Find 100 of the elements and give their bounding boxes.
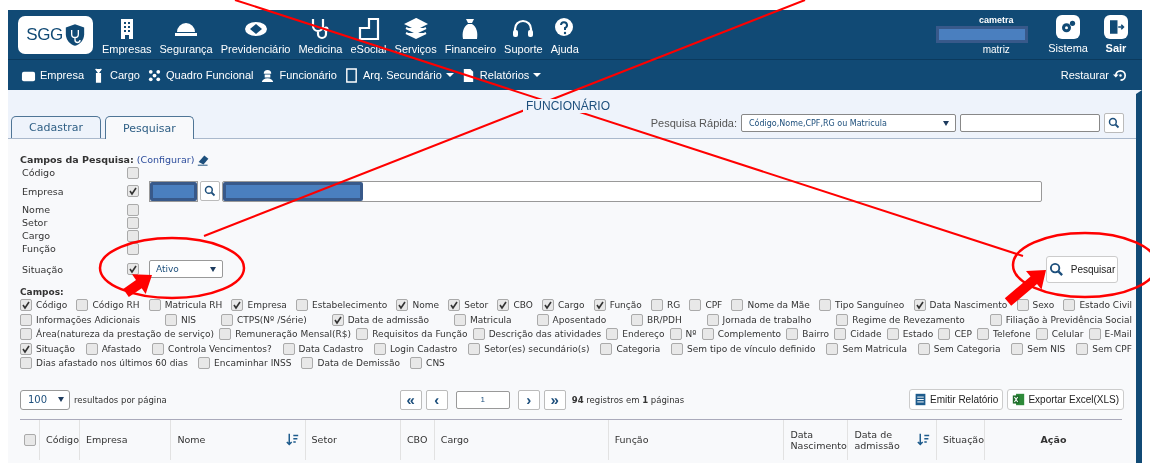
column-option[interactable]: Sem Categoria [917, 342, 1001, 355]
checkbox[interactable] [198, 357, 211, 370]
column-header[interactable]: Função [614, 434, 649, 445]
checkbox[interactable] [938, 328, 951, 341]
checkbox[interactable] [650, 299, 663, 312]
checkbox[interactable] [410, 357, 423, 370]
column-option[interactable]: Estabelecimento [296, 299, 388, 312]
checkbox[interactable] [374, 342, 386, 355]
column-option[interactable]: CBO [497, 299, 533, 312]
column-option[interactable]: Afastado [85, 342, 142, 355]
checkbox[interactable] [917, 342, 930, 355]
checkbox[interactable] [164, 313, 177, 326]
checkbox[interactable] [1063, 299, 1076, 312]
sort-icon[interactable] [916, 433, 930, 446]
checkbox[interactable] [786, 328, 799, 341]
previous-page-button[interactable]: ‹ [425, 389, 448, 410]
column-option[interactable]: CTPS(Nº /Série) [220, 313, 307, 326]
next-page-button[interactable]: › [517, 389, 540, 410]
column-header[interactable]: Cargo [440, 434, 469, 445]
column-option[interactable]: Login Cadastro [374, 342, 458, 355]
column-header[interactable]: Data de admissão [854, 428, 917, 451]
column-option[interactable]: Nome [396, 299, 439, 312]
column-option[interactable]: Área(natureza da prestação de serviço) [20, 328, 215, 341]
column-option[interactable]: Data de Demissão [301, 357, 401, 370]
checkbox[interactable] [127, 185, 139, 197]
subnav-item[interactable]: Quadro Funcional [144, 67, 257, 83]
column-option[interactable]: Telefone [977, 328, 1031, 341]
page-number-field[interactable]: 1 [455, 390, 510, 409]
column-option[interactable]: Dias afastado nos últimos 60 dias [20, 357, 189, 370]
checkbox[interactable] [836, 313, 849, 326]
checkbox[interactable] [468, 342, 481, 355]
checkbox[interactable] [472, 328, 485, 341]
column-option[interactable]: Sem NIS [1011, 342, 1066, 355]
checkbox[interactable] [453, 313, 466, 326]
column-option[interactable]: Categoria [600, 342, 661, 355]
column-option[interactable]: Cidade [834, 328, 882, 341]
checkbox[interactable] [20, 313, 32, 326]
checkbox[interactable] [631, 313, 644, 326]
checkbox[interactable] [701, 328, 714, 341]
column-option[interactable]: Complemento [701, 328, 782, 341]
checkbox[interactable] [127, 216, 139, 229]
subnav-item[interactable]: Empresa [18, 67, 88, 83]
tab[interactable]: Pesquisar [105, 116, 194, 139]
column-option[interactable]: Remuneração Mensal(R$) [219, 328, 352, 341]
checkbox[interactable] [593, 299, 606, 312]
column-option[interactable]: Regime de Revezamento [836, 313, 965, 326]
menu-item[interactable]: Serviços [391, 16, 440, 58]
column-option[interactable]: BR/PDH [631, 313, 682, 326]
column-option[interactable]: Sem tipo de vínculo definido [671, 342, 816, 355]
column-header[interactable]: Empresa [86, 434, 128, 445]
header-action[interactable]: Sair [1100, 15, 1132, 54]
column-option[interactable]: E-Mail [1088, 328, 1132, 341]
eraser-icon[interactable] [197, 153, 211, 166]
column-header[interactable]: Ação [1040, 434, 1067, 445]
column-header[interactable]: Nome [177, 434, 206, 445]
first-page-button[interactable]: « [399, 389, 422, 410]
column-option[interactable]: Estado Civil [1063, 299, 1132, 312]
column-header[interactable]: Data Nascimento [790, 428, 847, 451]
column-option[interactable]: CEP [938, 328, 972, 341]
checkbox[interactable] [20, 328, 32, 341]
column-option[interactable]: Matricula RH [148, 299, 223, 312]
column-option[interactable]: Bairro [786, 328, 830, 341]
checkbox[interactable] [669, 328, 682, 341]
column-option[interactable]: Situação [20, 342, 75, 355]
column-option[interactable]: Setor(es) secundário(s) [468, 342, 590, 355]
menu-item[interactable]: Financeiro [441, 16, 500, 58]
column-header[interactable]: Situação [942, 434, 984, 445]
checkbox[interactable] [1016, 299, 1029, 312]
checkbox[interactable] [1011, 342, 1024, 355]
quick-search-select[interactable]: Código,Nome,CPF,RG ou Matricula [741, 114, 956, 132]
column-option[interactable]: Informações Adicionais [20, 313, 140, 326]
column-option[interactable]: Função [593, 299, 642, 312]
checkbox[interactable] [1035, 328, 1048, 341]
checkbox[interactable] [127, 263, 139, 275]
checkbox[interactable] [127, 166, 139, 179]
menu-item[interactable]: Medicina [295, 16, 346, 58]
column-option[interactable]: Cargo [541, 299, 585, 312]
last-page-button[interactable]: » [543, 389, 566, 410]
column-option[interactable]: Nº [669, 328, 697, 341]
menu-item[interactable]: Ajuda [547, 16, 582, 58]
column-header[interactable]: Setor [311, 434, 337, 445]
column-option[interactable]: CPF [689, 299, 723, 312]
logo[interactable]: SGG [18, 15, 93, 54]
column-option[interactable]: Tipo Sanguíneo [818, 299, 905, 312]
column-header[interactable]: CBO [406, 434, 428, 445]
subnav-item[interactable]: Funcionário [257, 67, 340, 83]
menu-item[interactable]: Empresas [99, 16, 155, 58]
column-header[interactable]: Código [46, 434, 79, 445]
header-action[interactable]: Sistema [1044, 15, 1092, 54]
checkbox[interactable] [127, 203, 139, 216]
checkbox[interactable] [396, 299, 409, 312]
checkbox[interactable] [85, 342, 98, 355]
column-option[interactable]: Matricula [453, 313, 512, 326]
subnav-item[interactable]: Relatórios [457, 67, 545, 83]
checkbox[interactable] [977, 328, 990, 341]
column-option[interactable]: Sem CPF [1076, 342, 1132, 355]
checkbox[interactable] [231, 299, 244, 312]
column-option[interactable]: Endereço [606, 328, 665, 341]
checkbox[interactable] [689, 299, 702, 312]
report-button[interactable]: Emitir Relatório [909, 389, 1004, 410]
